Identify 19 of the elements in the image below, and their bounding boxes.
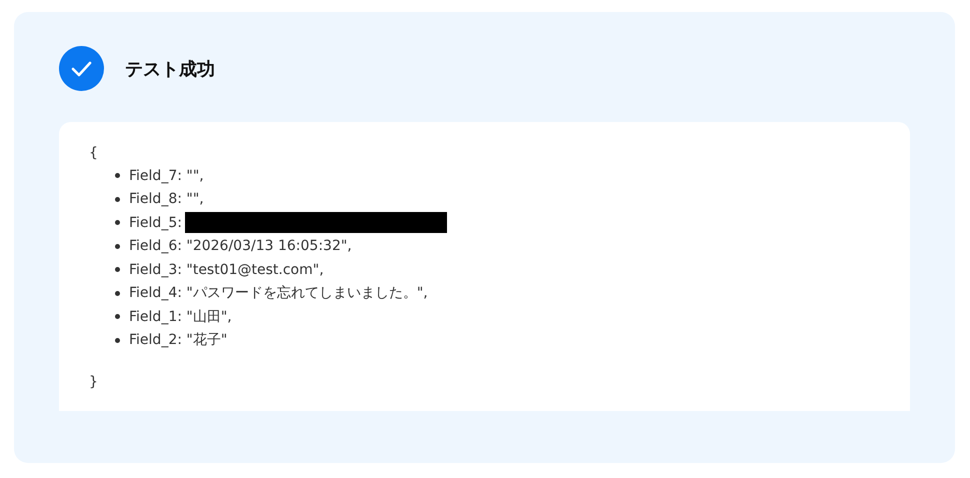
close-brace: }: [89, 374, 98, 390]
bullet-icon: [115, 338, 120, 343]
bullet-icon: [115, 244, 120, 249]
field-line: Field_5:: [129, 214, 182, 231]
field-line: Field_7: "",: [129, 168, 204, 184]
field-line: Field_4: "パスワードを忘れてしまいました。",: [129, 284, 428, 302]
field-line: Field_6: "2026/03/13 16:05:32",: [129, 238, 352, 254]
bullet-icon: [115, 267, 120, 272]
field-line: Field_1: "山田",: [129, 308, 232, 326]
result-title: テスト成功: [125, 58, 215, 80]
open-brace: {: [89, 145, 98, 161]
bullet-icon: [115, 173, 120, 178]
bullet-icon: [115, 220, 120, 226]
bullet-icon: [115, 196, 120, 202]
bullet-icon: [115, 290, 120, 296]
field-line: Field_2: "花子": [129, 331, 228, 350]
field-line: Field_8: "",: [129, 191, 204, 208]
field-line: Field_3: "test01@test.com",: [129, 262, 324, 278]
bullet-icon: [115, 314, 120, 320]
